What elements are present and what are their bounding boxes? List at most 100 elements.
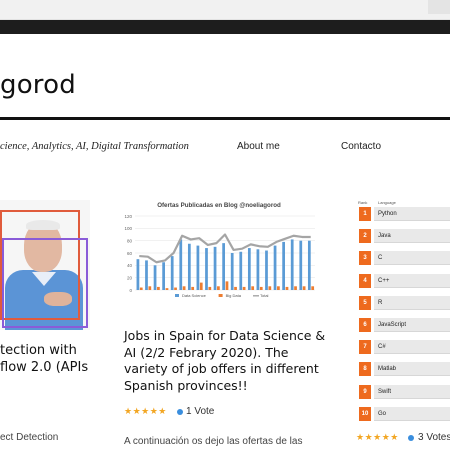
bar-big-data: [251, 286, 255, 290]
site-top-strip: [0, 20, 450, 34]
bar-data-science: [273, 245, 277, 290]
bar-big-data: [302, 286, 306, 290]
detection-box-purple: [2, 238, 88, 328]
bar-data-science: [136, 259, 140, 290]
post-thumbnail-language-ranking[interactable]: Rank Language 1 Python 2 Java 3 C 4 C++ 5 R 6 JavaS…: [356, 200, 450, 421]
ranking-header-language: Language: [378, 200, 396, 205]
y-tick-label: 100: [124, 226, 132, 231]
bar-big-data: [311, 286, 315, 290]
bar-data-science: [153, 265, 157, 290]
ranking-number: 7: [359, 340, 371, 355]
ranking-row: 1 Python: [356, 207, 450, 221]
ranking-language: Java: [374, 229, 450, 244]
bar-big-data: [277, 286, 280, 290]
bar-data-science: [230, 253, 234, 290]
ranking-language: C#: [374, 340, 450, 355]
post-title-object-detection[interactable]: tection with flow 2.0 (APIs: [0, 342, 95, 376]
vote-count: 3 Votes: [418, 432, 450, 443]
ranking-language: Python: [374, 207, 450, 221]
y-tick-label: 120: [124, 214, 132, 219]
ranking-number: 9: [359, 384, 371, 399]
ranking-language: Matlab: [374, 362, 450, 377]
bar-big-data: [242, 286, 246, 290]
browser-top-bar: [0, 0, 450, 20]
y-tick-label: 80: [127, 238, 133, 243]
y-tick-label: 20: [127, 275, 133, 280]
job-offers-chart: Ofertas Publicadas en Blog @noeliagorod0…: [119, 196, 319, 302]
ranking-number: 6: [359, 318, 371, 332]
bar-data-science: [282, 241, 285, 290]
bar-data-science: [239, 251, 243, 290]
bar-data-science: [290, 239, 294, 290]
ranking-language: C++: [374, 273, 450, 288]
bar-data-science: [247, 248, 251, 290]
ranking-number: 8: [359, 362, 371, 377]
bar-big-data: [199, 282, 203, 290]
ranking-number: 1: [359, 207, 371, 221]
post-title-jobs-spain[interactable]: Jobs in Spain for Data Science & AI (2/2…: [124, 328, 329, 394]
ranking-number: 4: [359, 273, 371, 288]
ranking-row: 7 C#: [356, 340, 450, 355]
bar-big-data: [139, 287, 143, 290]
ranking-row: 9 Swift: [356, 384, 450, 399]
bar-big-data: [225, 281, 229, 290]
bar-big-data: [234, 286, 237, 290]
bar-big-data: [182, 286, 186, 290]
rating-stars[interactable]: ★★★★★: [356, 432, 399, 443]
site-tagline: cience, Analytics, AI, Digital Transform…: [0, 141, 189, 152]
chart-background: [119, 196, 319, 302]
ranking-number: 2: [359, 229, 371, 244]
bar-big-data: [174, 287, 177, 290]
post-thumbnail-object-detection[interactable]: [0, 200, 90, 330]
bar-big-data: [191, 286, 195, 290]
ranking-row: 6 JavaScript: [356, 318, 450, 332]
ranking-language: R: [374, 295, 450, 310]
legend-data-science-swatch: [175, 294, 179, 297]
bar-data-science: [187, 243, 191, 290]
ranking-header-rank: Rank: [358, 200, 368, 205]
bar-big-data: [157, 286, 160, 290]
bar-data-science: [162, 262, 165, 290]
bar-big-data: [285, 286, 289, 290]
post-category[interactable]: ect Detection: [0, 432, 58, 443]
ranking-row: 4 C++: [356, 273, 450, 288]
header-divider: [0, 117, 450, 120]
bar-data-science: [299, 240, 303, 290]
nav-about-me[interactable]: About me: [237, 141, 280, 152]
bar-big-data: [148, 286, 152, 290]
ranking-row: 8 Matlab: [356, 362, 450, 377]
nav-contacto[interactable]: Contacto: [341, 141, 381, 152]
ranking-row: 3C: [356, 251, 450, 266]
bar-data-science: [307, 240, 311, 290]
bar-data-science: [170, 256, 174, 290]
bar-big-data: [165, 288, 169, 290]
legend-big-data: Big Data: [226, 293, 242, 298]
site-title[interactable]: gorod: [0, 70, 76, 100]
bar-data-science: [205, 248, 208, 290]
post-title-line: tection with: [0, 343, 77, 358]
bar-data-science: [196, 245, 200, 290]
vote-info-icon: [408, 435, 414, 441]
ranking-row: 10 Go: [356, 406, 450, 421]
ranking-language: JavaScript: [374, 318, 450, 332]
chart-title: Ofertas Publicadas en Blog @noeliagorod: [157, 202, 281, 209]
ranking-number: 10: [359, 406, 371, 421]
post-thumbnail-chart[interactable]: Ofertas Publicadas en Blog @noeliagorod 0…: [119, 196, 319, 302]
ranking-number: 3: [359, 251, 371, 266]
ranking-language: Swift: [374, 384, 450, 399]
vote-info-icon: [177, 409, 183, 415]
legend-big-data-swatch: [218, 294, 223, 297]
vote-count: 1 Vote: [186, 406, 215, 417]
bar-big-data: [294, 286, 297, 290]
ranking-number: 5: [359, 295, 371, 310]
post-title-line: flow 2.0 (APIs: [0, 360, 89, 375]
bar-data-science: [222, 243, 225, 290]
rating-stars[interactable]: ★★★★★: [124, 406, 167, 417]
toolbar-button[interactable]: [428, 0, 450, 14]
bar-big-data: [217, 286, 220, 290]
legend-data-science: Data Science: [182, 293, 207, 298]
post-excerpt: A continuación os dejo las ofertas de la…: [124, 436, 303, 447]
ranking-row: 5R: [356, 295, 450, 310]
y-tick-label: 40: [127, 263, 133, 268]
bar-data-science: [265, 250, 268, 290]
